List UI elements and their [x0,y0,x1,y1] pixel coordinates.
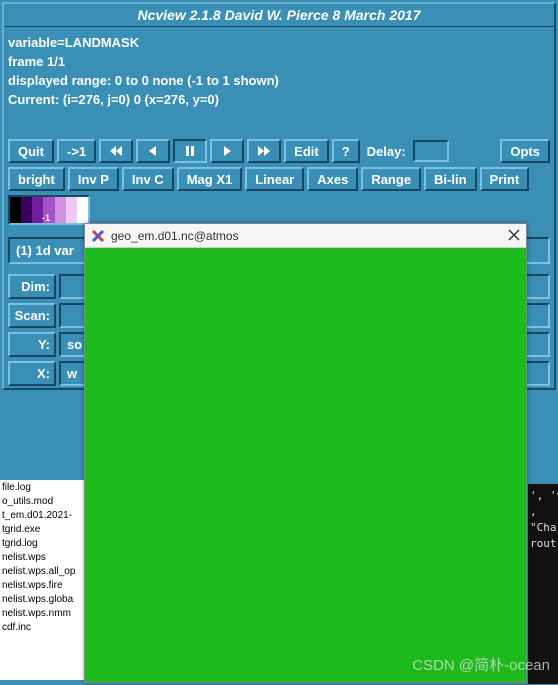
help-button[interactable]: ? [332,139,360,163]
app-x-icon [91,229,105,243]
info-frame: frame 1/1 [8,52,550,71]
back-icon [146,144,160,158]
back-button[interactable] [136,139,170,163]
forward-icon [220,144,234,158]
info-panel: variable=LANDMASK frame 1/1 displayed ra… [4,27,554,111]
fast-forward-icon [257,144,271,158]
list-item[interactable]: o_utils.mod [2,495,89,509]
pause-icon [183,144,197,158]
list-item[interactable]: nelist.wps.all_op [2,565,89,579]
list-item[interactable]: t_em.d01.2021- [2,509,89,523]
info-variable: variable=LANDMASK [8,33,550,52]
list-item[interactable]: nelist.wps [2,551,89,565]
delay-label: Delay: [363,144,410,159]
close-button[interactable] [508,228,520,244]
file-browser-window[interactable]: file.log o_utils.mod t_em.d01.2021- tgri… [0,480,92,680]
terminal-line: "Cha [530,520,556,536]
x-label: X: [8,361,56,386]
quit-button[interactable]: Quit [8,139,54,163]
forward-button[interactable] [210,139,244,163]
colorbar[interactable]: -1 [8,195,90,225]
invc-button[interactable]: Inv C [122,167,174,191]
toolbar-playback: Quit ->1 Edit ? Delay: Opts [4,137,554,165]
fast-forward-button[interactable] [247,139,281,163]
y-label: Y: [8,332,56,357]
axes-button[interactable]: Axes [307,167,358,191]
list-item[interactable]: cdf.inc [2,621,89,635]
colorbar-section: -1 [4,193,554,227]
rewind-button[interactable] [99,139,133,163]
step-button[interactable]: ->1 [57,139,96,163]
range-button[interactable]: Range [361,167,421,191]
colorbar-tick-neg1: -1 [42,213,50,223]
edit-button[interactable]: Edit [284,139,329,163]
terminal-line: , [530,504,556,520]
list-item[interactable]: nelist.wps.nmm [2,607,89,621]
pause-button[interactable] [173,139,207,163]
close-icon [508,229,520,241]
list-item[interactable]: tgrid.exe [2,523,89,537]
title-bar: Ncview 2.1.8 David W. Pierce 8 March 201… [4,4,554,27]
bright-button[interactable]: bright [8,167,65,191]
list-item[interactable]: nelist.wps.globa [2,593,89,607]
list-item[interactable]: tgrid.log [2,537,89,551]
print-button[interactable]: Print [480,167,530,191]
data-popup-window: geo_em.d01.nc@atmos [84,223,527,683]
scan-label: Scan: [8,303,56,328]
list-item[interactable]: nelist.wps.fire [2,579,89,593]
invp-button[interactable]: Inv P [68,167,119,191]
popup-titlebar[interactable]: geo_em.d01.nc@atmos [85,224,526,248]
info-range: displayed range: 0 to 0 none (-1 to 1 sh… [8,71,550,90]
data-canvas[interactable] [85,248,526,682]
mag-button[interactable]: Mag X1 [177,167,243,191]
linear-button[interactable]: Linear [245,167,304,191]
opts-button[interactable]: Opts [500,139,550,163]
toolbar-view: bright Inv P Inv C Mag X1 Linear Axes Ra… [4,165,554,193]
terminal-window[interactable]: ', 'v , "Cha rout [528,484,558,684]
rewind-icon [109,144,123,158]
info-current: Current: (i=276, j=0) 0 (x=276, y=0) [8,90,550,109]
dim-label: Dim: [8,274,56,299]
bilin-button[interactable]: Bi-lin [424,167,477,191]
popup-title: geo_em.d01.nc@atmos [111,229,239,243]
terminal-line: ', 'v [530,488,556,504]
terminal-line: rout [530,536,556,552]
delay-input[interactable] [413,140,449,162]
list-item[interactable]: file.log [2,481,89,495]
